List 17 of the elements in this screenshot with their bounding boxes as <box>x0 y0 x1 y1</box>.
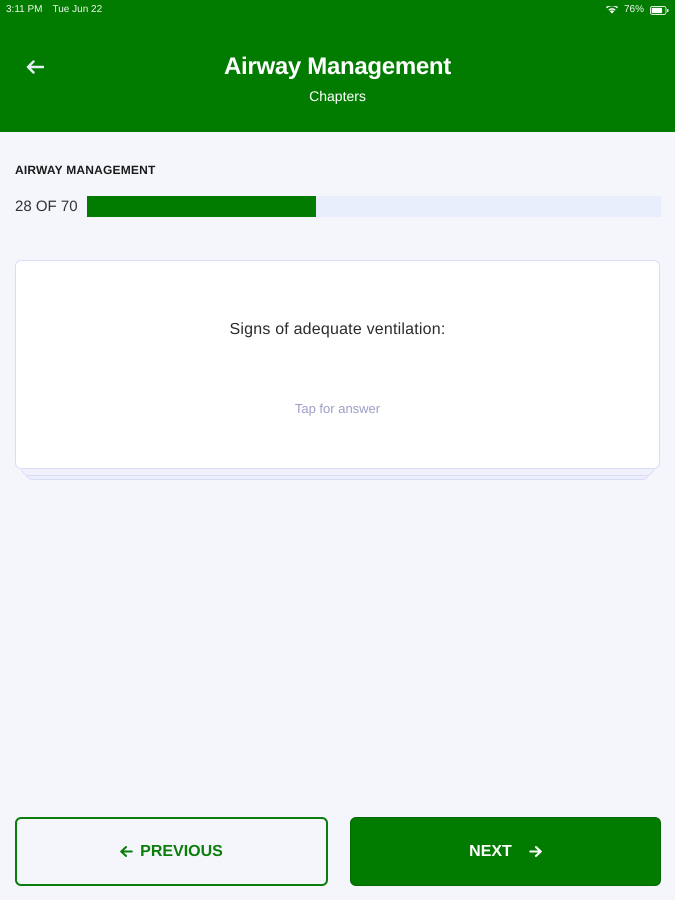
previous-button[interactable]: PREVIOUS <box>15 817 328 886</box>
tap-hint: Tap for answer <box>294 401 380 417</box>
card-question: Signs of adequate ventilation: <box>230 320 446 340</box>
wifi-icon <box>606 6 618 14</box>
battery-icon <box>650 6 669 14</box>
progress-count: 28 OF 70 <box>15 196 78 216</box>
status-time: 3:11 PM <box>6 4 42 16</box>
arrow-right-icon <box>528 846 542 857</box>
section-label: AIRWAY MANAGEMENT <box>15 163 156 177</box>
arrow-left-icon <box>120 846 134 857</box>
screen-subtitle: Chapters <box>309 87 366 105</box>
screen-title: Airway Management <box>224 52 451 82</box>
arrow-left-icon <box>26 60 44 74</box>
next-button[interactable]: NEXT <box>350 817 661 886</box>
battery-percentage: 76% <box>624 4 644 16</box>
flashcard[interactable]: Signs of adequate ventilation: Tap for answer <box>15 260 660 469</box>
status-date: Tue Jun 22 <box>52 4 102 16</box>
